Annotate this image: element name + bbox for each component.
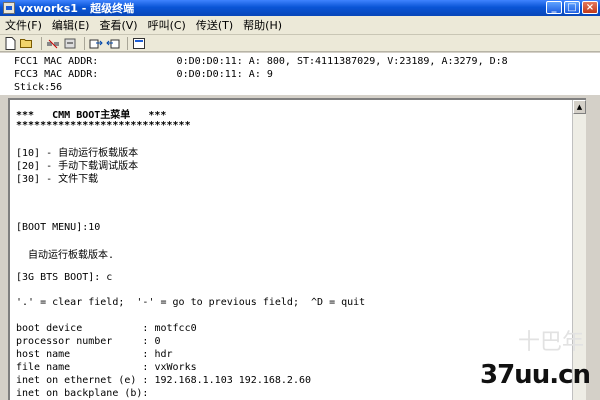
toolbar <box>0 35 600 52</box>
stick-line: Stick:56 <box>14 82 63 93</box>
toolbar-separator <box>84 36 85 50</box>
connect-icon[interactable] <box>63 37 77 50</box>
terminal-output[interactable]: *** CMM BOOT主菜单 *** ********************… <box>10 100 572 400</box>
param-line: processor number : 0 <box>16 336 161 347</box>
param-line: file name : vxWorks <box>16 362 197 373</box>
param-line: inet on ethernet (e) : 192.168.1.103 192… <box>16 375 312 386</box>
menu-bar: 文件(F) 编辑(E) 查看(V) 呼叫(C) 传送(T) 帮助(H) <box>0 16 600 35</box>
terminal-frame: *** CMM BOOT主菜单 *** ********************… <box>8 98 586 400</box>
device-info-panel: FCC1 MAC ADDR: 0:D0:D0:11: A: 800, ST:41… <box>0 53 600 95</box>
boot-menu-selection: [BOOT MENU]:10 <box>16 222 101 233</box>
menu-call[interactable]: 呼叫(C) <box>143 17 191 33</box>
menu-file[interactable]: 文件(F) <box>0 17 47 33</box>
toolbar-separator <box>127 36 128 50</box>
window-controls: _ □ × <box>546 1 598 14</box>
watermark-logo: 37uu.cn <box>480 360 591 390</box>
title-bar[interactable]: vxworks1 - 超级终端 _ □ × <box>0 0 600 16</box>
minimize-button[interactable]: _ <box>546 1 562 14</box>
fcc3-mac-line: FCC3 MAC ADDR: 0:D0:D0:11: A: 9 <box>14 69 273 80</box>
menu-transfer[interactable]: 传送(T) <box>191 17 238 33</box>
disconnect-icon[interactable] <box>46 37 60 50</box>
window-title: vxworks1 - 超级终端 <box>19 2 135 15</box>
maximize-button[interactable]: □ <box>564 1 580 14</box>
boot-menu-stars: ***************************** <box>16 120 191 131</box>
auto-run-message: 自动运行板载版本. <box>16 250 115 261</box>
menu-option-30: [30] - 文件下载 <box>16 174 99 185</box>
scroll-up-icon[interactable]: ▲ <box>573 100 586 114</box>
hyperterminal-icon <box>3 2 15 14</box>
field-help-line: '.' = clear field; '-' = go to previous … <box>16 297 366 308</box>
menu-edit[interactable]: 编辑(E) <box>47 17 95 33</box>
param-line: boot device : motfcc0 <box>16 323 197 334</box>
menu-help[interactable]: 帮助(H) <box>238 17 287 33</box>
close-button[interactable]: × <box>582 1 598 14</box>
properties-icon[interactable] <box>132 37 146 50</box>
new-icon[interactable] <box>3 36 17 50</box>
send-icon[interactable] <box>89 37 103 50</box>
toolbar-separator <box>41 36 42 50</box>
bts-boot-prompt: [3G BTS BOOT]: c <box>16 272 113 283</box>
open-icon[interactable] <box>20 37 34 50</box>
receive-icon[interactable] <box>106 37 120 50</box>
watermark-faint: 十巴年 <box>517 330 584 355</box>
param-line: inet on backplane (b): <box>16 388 149 399</box>
param-line: host name : hdr <box>16 349 173 360</box>
boot-menu-header: *** CMM BOOT主菜单 *** <box>16 110 167 121</box>
fcc1-mac-line: FCC1 MAC ADDR: 0:D0:D0:11: A: 800, ST:41… <box>14 56 508 67</box>
menu-view[interactable]: 查看(V) <box>94 17 142 33</box>
